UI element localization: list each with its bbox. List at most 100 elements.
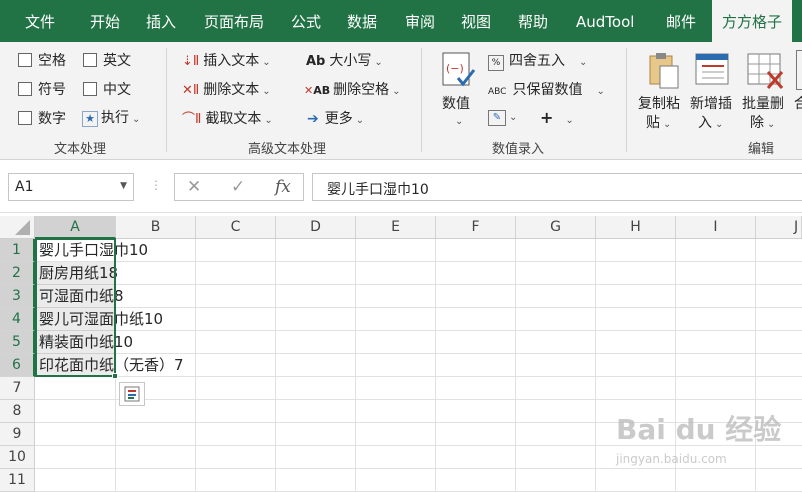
tab-view[interactable]: 视图: [461, 0, 491, 42]
tab-review[interactable]: 审阅: [405, 0, 435, 42]
row-header-1[interactable]: 1: [0, 239, 35, 262]
col-header-b[interactable]: B: [116, 216, 196, 239]
name-box[interactable]: A1 ▼: [8, 173, 134, 201]
tab-help[interactable]: 帮助: [518, 0, 548, 42]
copy-paste-button-label-1[interactable]: 复制粘: [638, 93, 680, 113]
delete-space-button[interactable]: ✕AB 删除空格 ⌄: [304, 79, 401, 99]
col-header-j[interactable]: J: [756, 216, 802, 239]
tab-insert[interactable]: 插入: [146, 0, 176, 42]
extract-text-button[interactable]: ⌒Ⅱ 截取文本 ⌄: [182, 108, 273, 128]
keep-value-button[interactable]: ABC 只保留数值 ⌄: [488, 79, 605, 99]
row-header-3[interactable]: 3: [0, 285, 35, 308]
fx-icon[interactable]: fx: [275, 177, 291, 197]
formula-input[interactable]: 婴儿手口湿巾10: [312, 173, 802, 201]
quick-analysis-button[interactable]: [119, 382, 145, 406]
tab-fangfang-gezi[interactable]: 方方格子: [712, 0, 793, 44]
copy-paste-button-label-2[interactable]: 贴 ⌄: [646, 112, 671, 132]
col-header-c[interactable]: C: [196, 216, 276, 239]
more-button[interactable]: ➔ 更多 ⌄: [307, 108, 364, 128]
watermark-url: jingyan.baidu.com: [616, 452, 727, 466]
formula-bar: A1 ▼ ⋮ ✕ ✓ fx 婴儿手口湿巾10: [0, 161, 802, 213]
add-insert-button-label-1[interactable]: 新增插: [690, 93, 732, 113]
name-box-value: A1: [15, 179, 34, 195]
row-header-5[interactable]: 5: [0, 331, 35, 354]
cancel-icon[interactable]: ✕: [187, 177, 201, 197]
fill-handle[interactable]: [112, 373, 118, 379]
chevron-down-icon: ⌄: [132, 114, 141, 125]
add-insert-icon[interactable]: [694, 50, 732, 94]
checkbox-english[interactable]: [83, 53, 97, 67]
tab-formulas[interactable]: 公式: [291, 0, 321, 42]
gridline: [275, 239, 276, 492]
checkbox-space[interactable]: [18, 53, 32, 67]
insert-text-button[interactable]: ⇣Ⅱ 插入文本 ⌄: [182, 50, 271, 70]
row-header-4[interactable]: 4: [0, 308, 35, 331]
col-header-i[interactable]: I: [676, 216, 756, 239]
checkbox-chinese[interactable]: [83, 82, 97, 96]
chevron-down-icon: ⌄: [579, 57, 588, 68]
add-button[interactable]: + ⌄: [540, 108, 574, 127]
tab-file[interactable]: 文件: [25, 0, 55, 42]
col-header-a[interactable]: A: [35, 216, 116, 239]
case-icon: Ab: [306, 54, 326, 69]
round-button[interactable]: % 四舍五入 ⌄: [488, 50, 587, 71]
watermark: Bai du 经验: [616, 413, 782, 446]
col-header-e[interactable]: E: [356, 216, 436, 239]
chevron-down-icon: ⌄: [767, 119, 776, 130]
row-header-11[interactable]: 11: [0, 469, 35, 492]
row-header-8[interactable]: 8: [0, 400, 35, 423]
chevron-down-icon: ⌄: [565, 115, 574, 126]
merge-label[interactable]: 合: [794, 93, 802, 113]
enter-icon[interactable]: ✓: [231, 177, 245, 197]
checkbox-chinese-label: 中文: [103, 82, 131, 98]
checkbox-symbol[interactable]: [18, 82, 32, 96]
arrow-right-icon: ➔: [307, 111, 319, 127]
edit-number-button[interactable]: ✎ ⌄: [488, 108, 517, 126]
batch-delete-icon[interactable]: [746, 50, 784, 94]
abc-icon: ABC: [488, 87, 507, 97]
group-separator: [166, 48, 167, 152]
gridline: [755, 239, 756, 492]
col-header-f[interactable]: F: [436, 216, 516, 239]
quick-analysis-icon: [124, 386, 140, 402]
delete-space-icon: ✕AB: [304, 84, 331, 97]
copy-paste-icon[interactable]: [646, 50, 680, 94]
tab-mail[interactable]: 邮件: [666, 0, 696, 42]
select-all-corner[interactable]: [0, 216, 35, 239]
drag-handle-icon[interactable]: ⋮: [150, 178, 162, 192]
row-header-7[interactable]: 7: [0, 377, 35, 400]
tab-page-layout[interactable]: 页面布局: [204, 0, 264, 42]
batch-delete-button-label-1[interactable]: 批量删: [742, 93, 784, 113]
batch-delete-button-label-2[interactable]: 除 ⌄: [750, 112, 775, 132]
execute-button[interactable]: ★ 执行 ⌄: [82, 107, 140, 127]
merge-icon[interactable]: [796, 50, 802, 90]
gridline: [35, 261, 802, 262]
row-header-10[interactable]: 10: [0, 446, 35, 469]
chevron-down-icon[interactable]: ▼: [120, 181, 127, 191]
chevron-down-icon: ⌄: [262, 86, 271, 97]
checkbox-number[interactable]: [18, 111, 32, 125]
case-button[interactable]: Ab 大小写 ⌄: [306, 50, 383, 70]
row-header-2[interactable]: 2: [0, 262, 35, 285]
add-insert-label-2: 入: [698, 115, 712, 131]
execute-icon: ★: [82, 111, 98, 127]
tab-audtool[interactable]: AudTool: [576, 0, 634, 42]
checkbox-space-label: 空格: [38, 53, 66, 69]
tab-home[interactable]: 开始: [90, 0, 120, 42]
col-header-d[interactable]: D: [276, 216, 356, 239]
chevron-down-icon: ⌄: [663, 119, 672, 130]
delete-text-button[interactable]: ✕Ⅱ 删除文本 ⌄: [182, 79, 271, 99]
add-insert-button-label-2[interactable]: 入 ⌄: [698, 112, 723, 132]
col-header-h[interactable]: H: [596, 216, 676, 239]
tab-data[interactable]: 数据: [347, 0, 377, 42]
chevron-down-icon: ⌄: [355, 115, 365, 126]
col-header-g[interactable]: G: [516, 216, 596, 239]
chevron-down-icon: ⌄: [262, 57, 271, 68]
value-icon: (−): [442, 52, 476, 87]
delete-space-label: 删除空格: [333, 82, 390, 98]
selection-border: [35, 238, 116, 377]
value-button[interactable]: (−): [440, 50, 476, 90]
chevron-down-icon: ⌄: [374, 57, 383, 68]
row-header-6[interactable]: 6: [0, 354, 35, 377]
row-header-9[interactable]: 9: [0, 423, 35, 446]
